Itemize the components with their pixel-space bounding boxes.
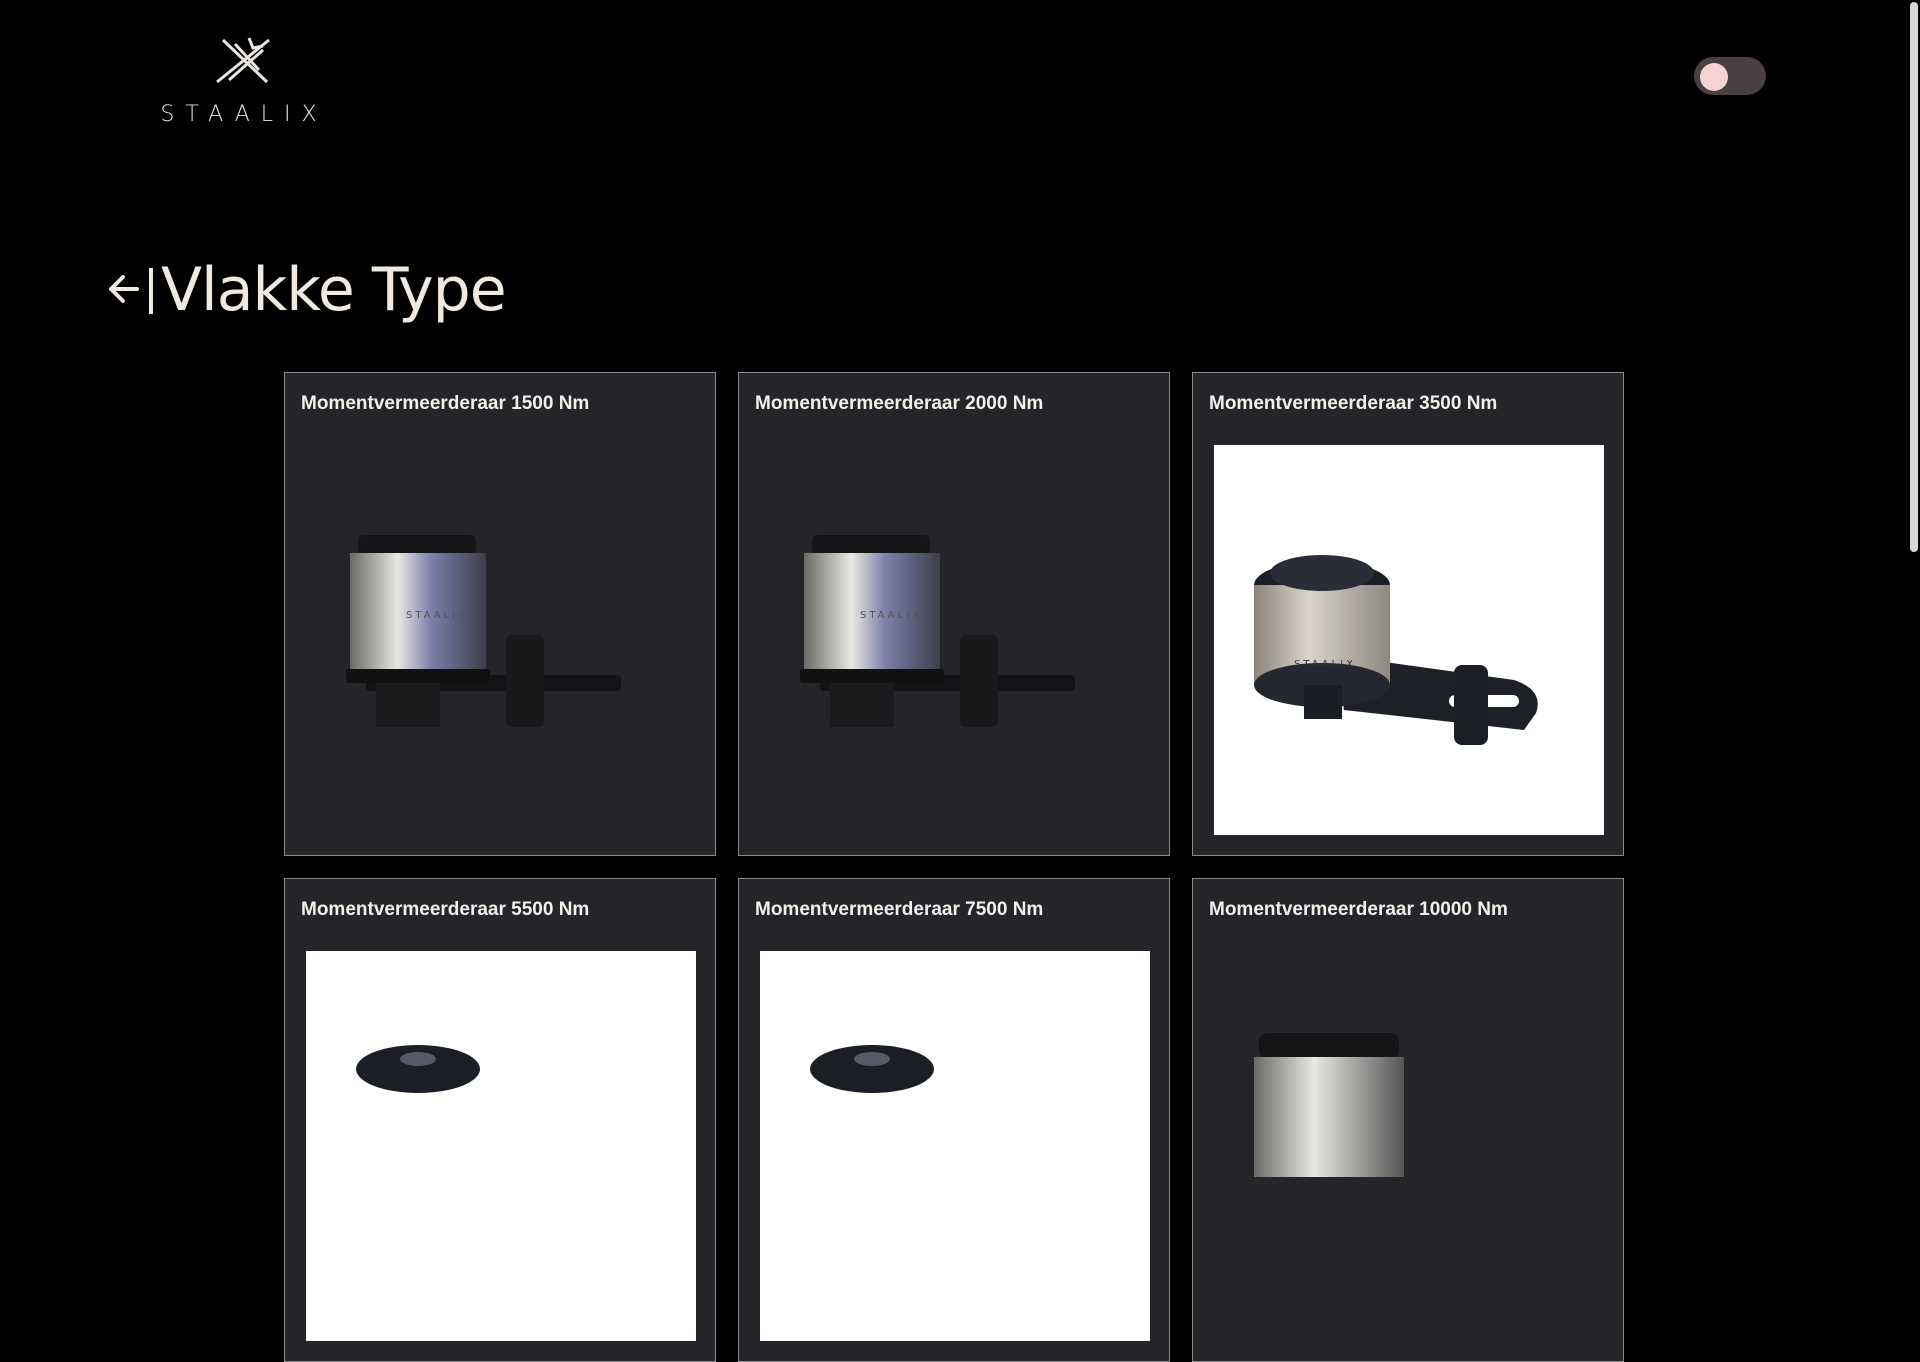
scrollbar-thumb[interactable]: [1910, 2, 1918, 552]
torque-multiplier-image: STAALIX: [1254, 555, 1538, 745]
torque-multiplier-image: STAALIX: [800, 535, 1075, 727]
product-card[interactable]: Momentvermeerderaar 2000 Nm STAALIX: [738, 372, 1170, 856]
torque-multiplier-image: STAALIX: [346, 535, 621, 727]
product-card[interactable]: Momentvermeerderaar 5500 Nm: [284, 878, 716, 1362]
product-title: Momentvermeerderaar 5500 Nm: [301, 899, 590, 920]
product-image: STAALIX: [306, 445, 696, 835]
product-title: Momentvermeerderaar 10000 Nm: [1209, 899, 1508, 920]
page-heading: Vlakke Type: [107, 250, 507, 330]
product-card[interactable]: Momentvermeerderaar 1500 Nm STAALIX: [284, 372, 716, 856]
svg-text:STAALIX: STAALIX: [406, 610, 468, 621]
staalix-emblem-icon: [216, 37, 270, 84]
product-image: [760, 951, 1150, 1341]
toggle-knob: [1700, 63, 1728, 91]
svg-text:STAALIX: STAALIX: [860, 610, 922, 621]
product-image: STAALIX: [1214, 445, 1604, 835]
torque-multiplier-image: [810, 1045, 934, 1093]
product-card[interactable]: Momentvermeerderaar 3500 Nm STAALIX: [1192, 372, 1624, 856]
product-image: [306, 951, 696, 1341]
product-image: [1214, 951, 1604, 1341]
product-title: Momentvermeerderaar 7500 Nm: [755, 899, 1044, 920]
brand-logo[interactable]: STAALIX: [152, 34, 336, 130]
product-title: Momentvermeerderaar 2000 Nm: [755, 393, 1044, 414]
arrow-left-bar-icon: [109, 268, 153, 314]
product-card[interactable]: Momentvermeerderaar 7500 Nm: [738, 878, 1170, 1362]
torque-multiplier-image: [1254, 1033, 1404, 1177]
page-title: Vlakke Type: [161, 255, 507, 325]
back-button[interactable]: [107, 255, 157, 325]
product-image: STAALIX: [760, 445, 1150, 835]
product-title: Momentvermeerderaar 1500 Nm: [301, 393, 590, 414]
svg-text:STAALIX: STAALIX: [1294, 659, 1356, 670]
product-card[interactable]: Momentvermeerderaar 10000 Nm: [1192, 878, 1624, 1362]
product-title: Momentvermeerderaar 3500 Nm: [1209, 393, 1498, 414]
theme-toggle[interactable]: [1694, 57, 1766, 95]
page-scrollbar[interactable]: [1908, 0, 1920, 1080]
brand-name: STAALIX: [160, 102, 328, 127]
torque-multiplier-image: [356, 1045, 480, 1093]
